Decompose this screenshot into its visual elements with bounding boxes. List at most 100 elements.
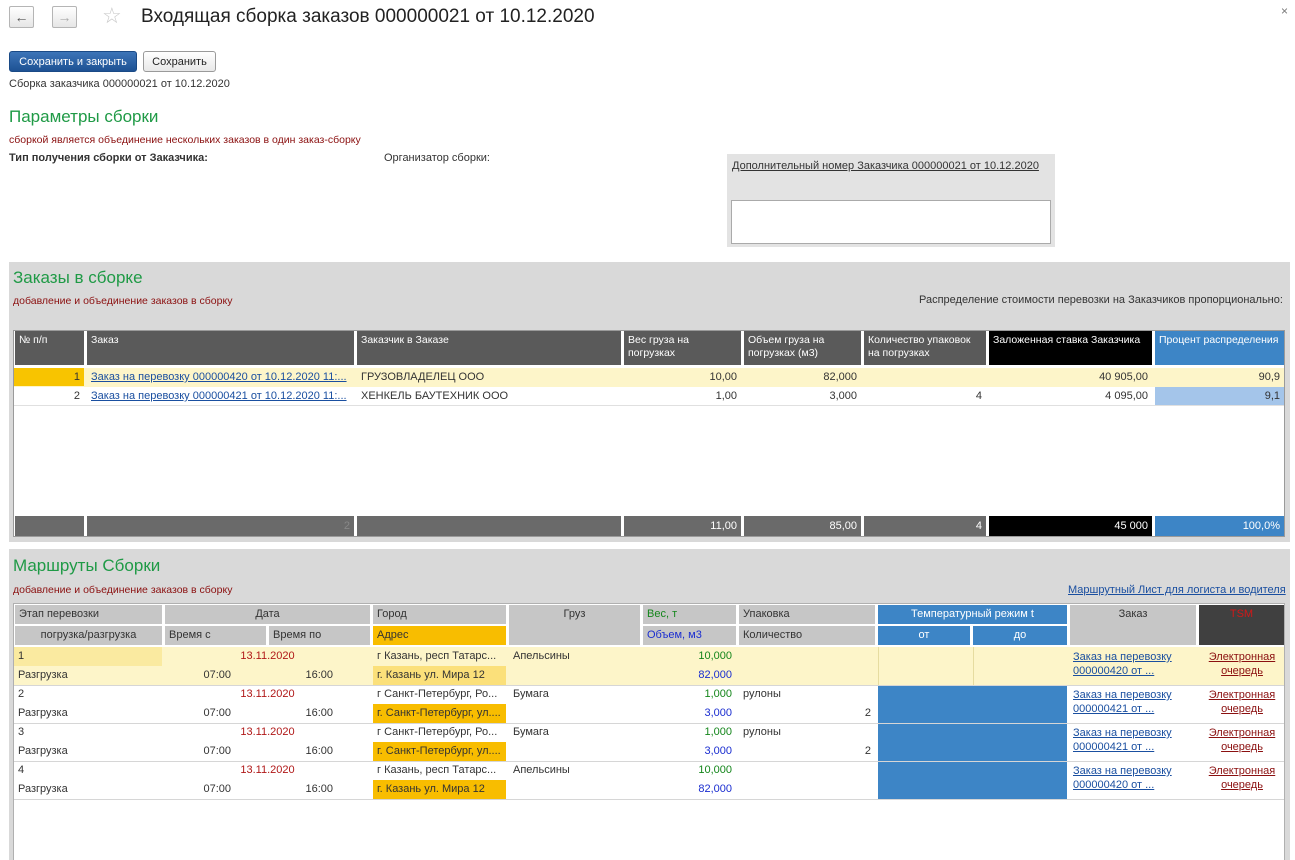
order-link[interactable]: Заказ на перевозку 000000421 от ... [1073,726,1172,754]
row-num: 3 [18,726,25,738]
time-to-cell: 16:00 [305,669,333,681]
order-link[interactable]: Заказ на перевозку 000000421 от 10.12.20… [87,387,354,405]
weight-cell: 10,000 [698,764,732,776]
city-cell: г Казань, респ Татарс... [377,764,497,776]
row-num: 1 [14,368,84,386]
date-cell: 13.11.2020 [240,650,295,662]
forward-button[interactable]: → [52,6,77,28]
package-cell [739,761,875,780]
city-cell: г Санкт-Петербург, Ро... [377,726,498,738]
page-title: Входящая сборка заказов 000000021 от 10.… [141,6,595,27]
extra-number-link[interactable]: Дополнительный номер Заказчика 000000021… [732,160,1039,172]
extra-number-field[interactable] [731,200,1051,244]
temp-cell [878,724,1067,761]
order-link[interactable]: Заказ на перевозку 000000420 от 10.12.20… [87,368,354,386]
type-label: Тип получения сборки от Заказчика: [9,152,208,164]
col-city[interactable]: Город [373,605,506,624]
col-temp-from[interactable]: от [878,626,970,645]
percent-cell: 90,9 [1258,371,1280,383]
stage-cell: Разгрузка [18,707,68,719]
row-num: 1 [18,650,25,662]
col-volume[interactable]: Объем, м3 [643,626,736,645]
rate-cell: 4 095,00 [1105,390,1148,402]
col-temp-to[interactable]: до [973,626,1067,645]
time-from-cell: 07:00 [203,669,231,681]
time-to-cell: 16:00 [305,783,333,795]
volume-cell: 3,000 [704,707,732,719]
col-customer[interactable]: Заказчик в Заказе [357,331,621,365]
stage-cell: Разгрузка [18,783,68,795]
col-temp[interactable]: Температурный режим t [878,605,1067,624]
col-date[interactable]: Дата [165,605,370,624]
total-percent: 100,0% [1155,516,1284,536]
col-num[interactable]: № п/п [15,331,84,365]
col-order[interactable]: Заказ [1070,605,1196,645]
forward-arrow-icon: → [57,9,72,25]
order-link[interactable]: Заказ на перевозку 000000420 от ... [1073,650,1172,678]
route-sheet-link[interactable]: Маршрутный Лист для логиста и водителя [1068,584,1286,596]
total-empty [15,516,84,536]
star-icon[interactable]: ☆ [102,3,122,29]
stage-cell: Разгрузка [18,669,68,681]
total-count: 2 [87,516,354,536]
organizer-label: Организатор сборки: [384,152,490,164]
date-cell: 13.11.2020 [240,764,295,776]
total-volume: 85,00 [744,516,861,536]
col-qty[interactable]: Количество упаковок на погрузках [864,331,986,365]
save-button[interactable]: Сохранить [143,51,216,72]
col-time-from[interactable]: Время с [165,626,266,645]
time-from-cell: 07:00 [203,707,231,719]
doc-caption: Сборка заказчика 000000021 от 10.12.2020 [9,78,230,90]
distribution-label: Распределение стоимости перевозки на Зак… [919,294,1283,306]
city-cell: г Санкт-Петербург, Ро... [377,688,498,700]
col-volume[interactable]: Объем груза на погрузках (м3) [744,331,861,365]
row-num: 2 [73,390,80,402]
col-weight[interactable]: Вес груза на погрузках [624,331,741,365]
col-tsm[interactable]: TSM [1199,605,1284,645]
col-time-to[interactable]: Время по [269,626,370,645]
col-weight[interactable]: Вес, т [643,605,736,624]
qty-cell: 2 [864,745,871,757]
total-empty [357,516,621,536]
queue-link[interactable]: Электронная очередь [1201,650,1283,678]
col-qty[interactable]: Количество [739,626,875,645]
weight-cell: 1,000 [704,726,732,738]
qty-cell [864,368,986,386]
col-percent[interactable]: Процент распределения [1155,331,1284,365]
order-link[interactable]: Заказ на перевозку 000000421 от ... [1073,688,1172,716]
orders-title: Заказы в сборке [13,268,143,287]
orders-table: № п/п Заказ Заказчик в Заказе Вес груза … [13,330,1285,537]
rate-cell: 40 905,00 [1099,371,1148,383]
weight-cell: 1,000 [704,688,732,700]
time-to-cell: 16:00 [305,745,333,757]
temp-cell [878,762,1067,799]
date-cell: 13.11.2020 [240,688,295,700]
qty-cell: 4 [975,390,982,402]
cargo-cell: Апельсины [513,650,570,662]
routes-subtitle: добавление и объединение заказов в сборк… [13,584,233,596]
close-icon[interactable]: × [1281,4,1288,18]
queue-link[interactable]: Электронная очередь [1201,764,1283,792]
queue-link[interactable]: Электронная очередь [1201,688,1283,716]
col-address[interactable]: Адрес [373,626,506,645]
percent-cell: 9,1 [1155,387,1284,405]
temp-cell [878,686,1067,723]
cargo-cell: Бумага [513,688,549,700]
col-stage-sub[interactable]: погрузка/разгрузка [15,626,162,645]
address-cell: г. Санкт-Петербург, ул.... [373,742,506,761]
routes-title: Маршруты Сборки [13,556,161,575]
time-to-cell: 16:00 [305,707,333,719]
col-stage[interactable]: Этап перевозки [15,605,162,624]
col-rate[interactable]: Заложенная ставка Заказчика [989,331,1152,365]
total-weight: 11,00 [624,516,741,536]
save-close-button[interactable]: Сохранить и закрыть [9,51,137,72]
back-arrow-icon: ← [14,9,29,25]
col-package[interactable]: Упаковка [739,605,875,624]
queue-link[interactable]: Электронная очередь [1201,726,1283,754]
col-cargo[interactable]: Груз [509,605,640,645]
order-link[interactable]: Заказ на перевозку 000000420 от ... [1073,764,1172,792]
address-cell: г. Казань ул. Мира 12 [373,666,506,685]
col-order[interactable]: Заказ [87,331,354,365]
volume-cell: 82,000 [823,371,857,383]
back-button[interactable]: ← [9,6,34,28]
